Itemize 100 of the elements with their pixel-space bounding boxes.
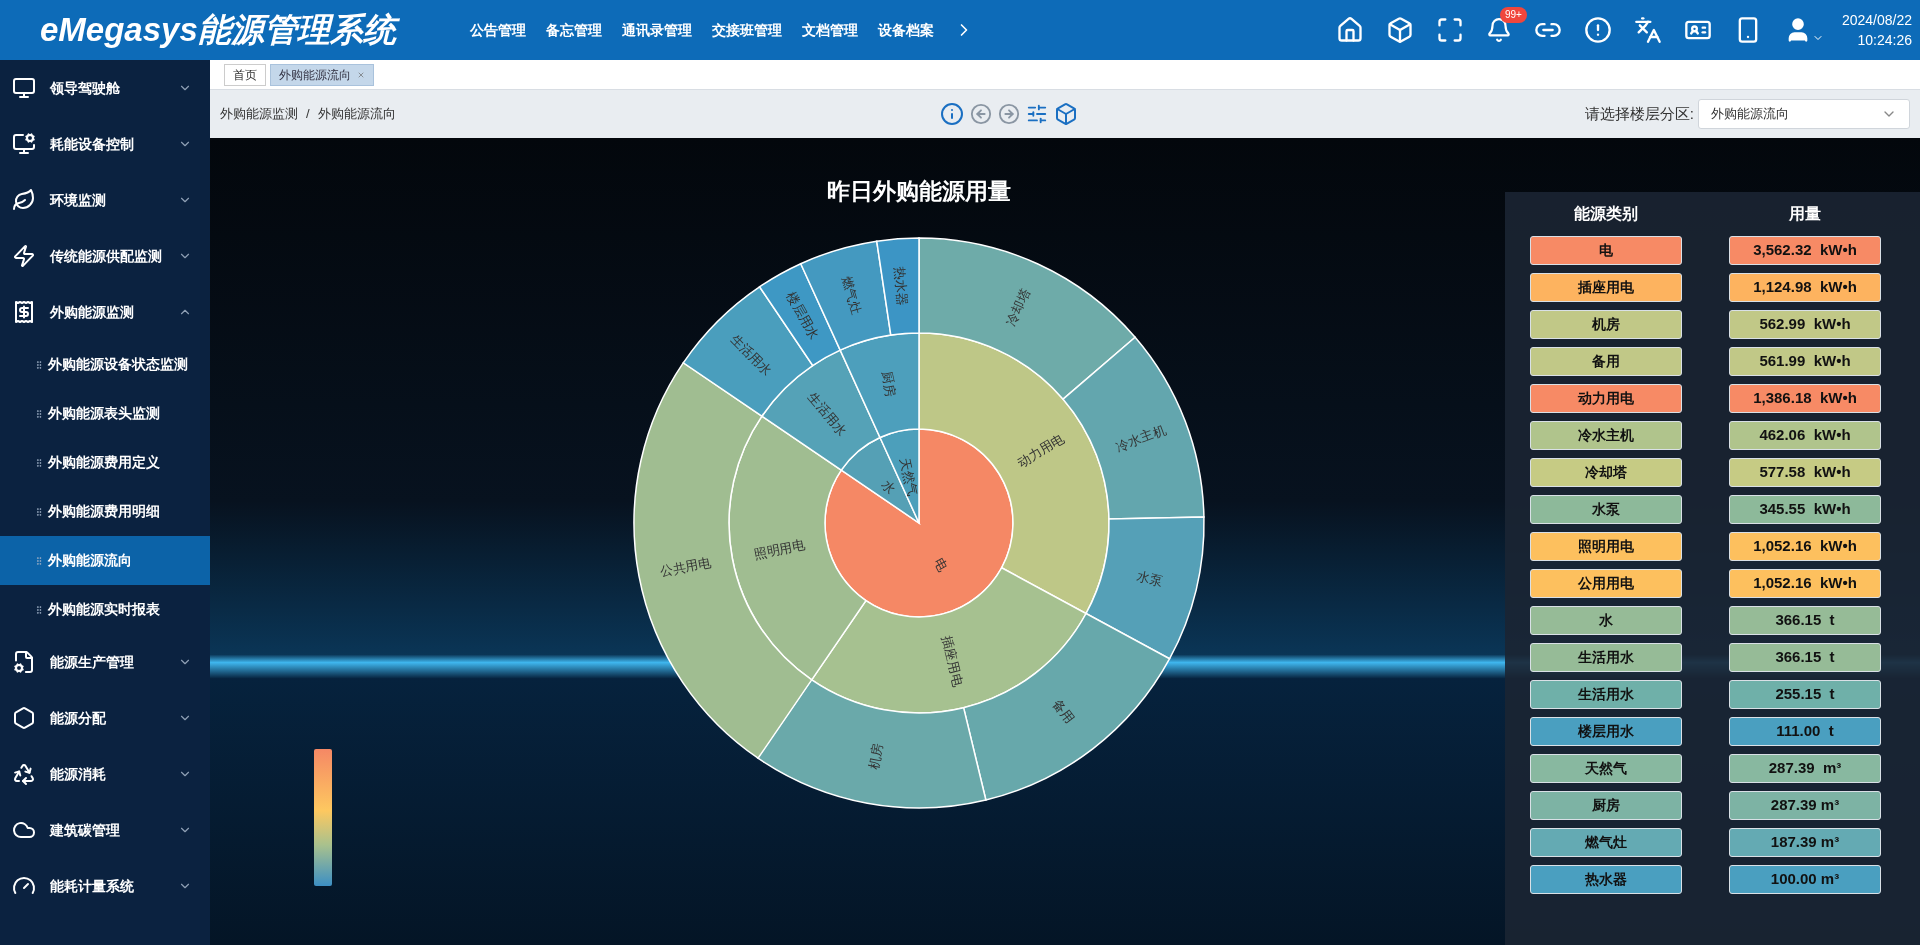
- segment-label: 机房: [865, 741, 886, 771]
- arrow-right-icon[interactable]: [998, 103, 1020, 125]
- amount-cell: 345.55 kW•h: [1729, 495, 1881, 524]
- nav-link[interactable]: 备忘管理: [546, 19, 602, 41]
- category-cell: 动力用电: [1530, 384, 1682, 413]
- amount-cell: 111.00 t: [1729, 717, 1881, 746]
- sidebar-subitem[interactable]: 外购能源流向: [0, 536, 210, 585]
- sidebar-item[interactable]: 能源消耗: [0, 746, 210, 802]
- dots-icon: [34, 554, 44, 567]
- sidebar-item[interactable]: 外购能源监测: [0, 284, 210, 340]
- lightning-icon: [12, 244, 36, 268]
- segment-label: 公共用电: [658, 554, 713, 579]
- sliders-icon[interactable]: [1026, 103, 1048, 125]
- amount-cell: 577.58 kW•h: [1729, 458, 1881, 487]
- alert-icon[interactable]: [1583, 16, 1612, 44]
- dots-icon: [34, 603, 44, 616]
- document-gear-icon: [12, 650, 36, 674]
- segment-label: 楼层用水: [783, 288, 822, 342]
- breadcrumb-item: 外购能源流向: [317, 105, 396, 124]
- dots-icon: [34, 407, 44, 420]
- sidebar-subitem[interactable]: 外购能源设备状态监测: [0, 340, 210, 389]
- time-text: 10:24:26: [1857, 31, 1912, 50]
- cube-icon[interactable]: [1385, 16, 1414, 44]
- segment-label: 插座用电: [938, 633, 966, 688]
- sidebar-subitem[interactable]: 外购能源表头监测: [0, 389, 210, 438]
- category-cell: 热水器: [1530, 865, 1682, 894]
- page-tab[interactable]: 首页: [224, 63, 266, 86]
- amount-cell: 1,052.16 kW•h: [1729, 532, 1881, 561]
- segment-label: 生活用水: [804, 389, 850, 439]
- nav-link[interactable]: 公告管理: [470, 19, 526, 41]
- dots-icon: [34, 456, 44, 469]
- amount-cell: 1,124.98 kW•h: [1729, 273, 1881, 302]
- segment-label: 天然气: [897, 455, 920, 498]
- nav-link[interactable]: 交接班管理: [712, 19, 782, 41]
- amount-cell: 366.15 t: [1729, 643, 1881, 672]
- sidebar-subitem[interactable]: 外购能源费用明细: [0, 487, 210, 536]
- chart-title: 昨日外购能源用量: [826, 177, 1011, 206]
- segment-label: 生活用水: [727, 330, 775, 378]
- amount-cell: 1,052.16 kW•h: [1729, 569, 1881, 598]
- floor-select[interactable]: 外购能源流向: [1698, 99, 1910, 129]
- amount-cell: 366.15 t: [1729, 606, 1881, 635]
- sidebar-item[interactable]: 耗能设备控制: [0, 116, 210, 172]
- sidebar-subitem[interactable]: 外购能源实时报表: [0, 585, 210, 634]
- date-text: 2024/08/22: [1841, 11, 1912, 30]
- recycle-icon: [12, 762, 36, 786]
- category-cell: 生活用水: [1530, 643, 1682, 672]
- nav-link[interactable]: 通讯录管理: [622, 19, 692, 41]
- amount-cell: 100.00 m³: [1729, 865, 1881, 894]
- amount-cell: 1,386.18 kW•h: [1729, 384, 1881, 413]
- info-icon[interactable]: [940, 102, 964, 126]
- monitor-icon: [12, 132, 36, 156]
- segment-label: 电: [930, 554, 951, 574]
- sidebar-item[interactable]: 领导驾驶舱: [0, 60, 210, 116]
- floor-select-label: 请选择楼层分区:: [1584, 103, 1694, 124]
- amount-cell: 562.99 kW•h: [1729, 310, 1881, 339]
- arrow-left-icon[interactable]: [970, 103, 992, 125]
- amount-cell: 3,562.32 kW•h: [1729, 236, 1881, 265]
- segment-label: 冷水主机: [1113, 421, 1168, 454]
- category-cell: 楼层用水: [1530, 717, 1682, 746]
- cube-icon[interactable]: [1054, 102, 1078, 126]
- amount-cell: 187.39 m³: [1729, 828, 1881, 857]
- category-cell: 机房: [1530, 310, 1682, 339]
- amount-cell: 255.15 t: [1729, 680, 1881, 709]
- breadcrumb-item[interactable]: 外购能源监测: [220, 104, 298, 124]
- category-cell: 生活用水: [1530, 680, 1682, 709]
- category-cell: 天然气: [1530, 754, 1682, 783]
- sidebar-item[interactable]: 传统能源供配监测: [0, 228, 210, 284]
- nav-link[interactable]: 设备档案: [878, 19, 934, 41]
- dots-icon: [34, 358, 44, 371]
- segment-label: 厨房: [878, 369, 899, 399]
- sidebar-item[interactable]: 能源分配: [0, 690, 210, 746]
- leaf-icon: [12, 188, 36, 212]
- amount-cell: 462.06 kW•h: [1729, 421, 1881, 450]
- segment-label: 备用: [1049, 695, 1078, 726]
- receipt-icon: [12, 300, 36, 324]
- category-cell: 厨房: [1530, 791, 1682, 820]
- segment-label: 动力用电: [1014, 430, 1067, 470]
- segment-label: 水泵: [1134, 568, 1164, 589]
- category-cell: 燃气灶: [1530, 828, 1682, 857]
- category-cell: 电: [1530, 236, 1682, 265]
- nav-link[interactable]: 文档管理: [802, 19, 858, 41]
- segment-label: 燃气灶: [838, 274, 864, 316]
- segment-label: 水: [878, 476, 899, 497]
- sidebar-item[interactable]: 建筑碳管理: [0, 802, 210, 858]
- sidebar-item[interactable]: 能源生产管理: [0, 634, 210, 690]
- page-tab[interactable]: 外购能源流向: [270, 63, 374, 86]
- bell-icon[interactable]: [1485, 17, 1512, 43]
- sidebar-item[interactable]: 能耗计量系统: [0, 858, 210, 914]
- home-icon[interactable]: [1335, 16, 1364, 44]
- app-logo: eMegasys能源管理系统: [40, 5, 460, 55]
- column-header: 能源类别: [1573, 204, 1639, 224]
- dots-icon: [34, 505, 44, 518]
- amount-cell: 561.99 kW•h: [1729, 347, 1881, 376]
- fullscreen-icon[interactable]: [1435, 16, 1464, 44]
- sidebar-item[interactable]: 环境监测: [0, 172, 210, 228]
- amount-cell: 287.39 m³: [1729, 791, 1881, 820]
- sidebar-subitem[interactable]: 外购能源费用定义: [0, 438, 210, 487]
- translate-icon[interactable]: [1633, 16, 1662, 44]
- monitor-icon: [12, 76, 36, 100]
- segment-label: 冷却塔: [1002, 285, 1033, 328]
